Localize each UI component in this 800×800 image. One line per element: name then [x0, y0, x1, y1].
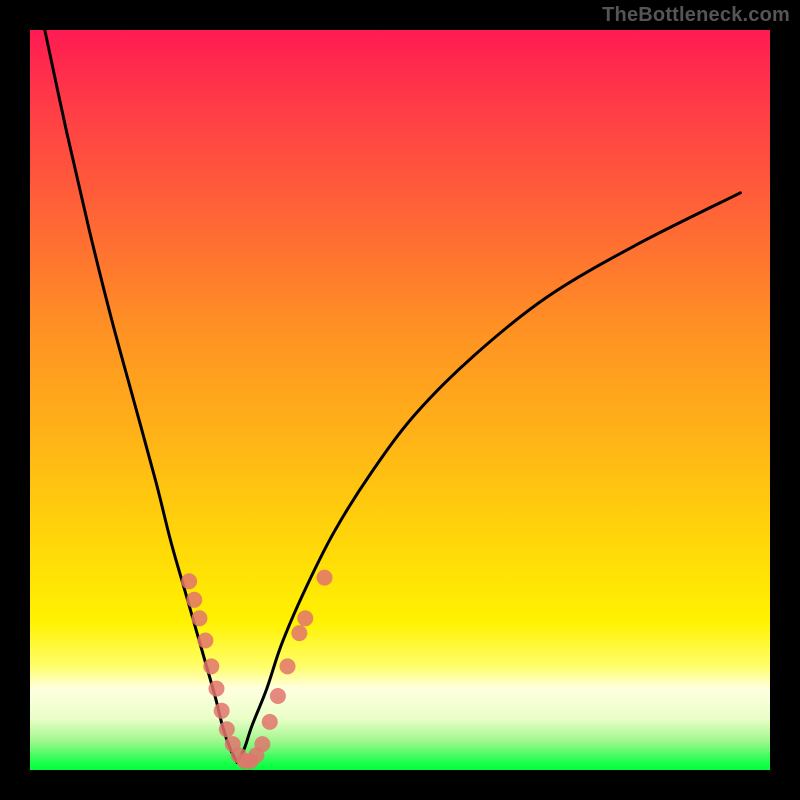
dot-left-6 — [214, 703, 230, 719]
dot-right-2 — [262, 714, 278, 730]
dot-left-1 — [186, 592, 202, 608]
watermark-text: TheBottleneck.com — [602, 4, 790, 27]
dot-right-5 — [291, 625, 307, 641]
dot-right-7 — [317, 570, 333, 586]
dots-layer — [181, 570, 332, 770]
dot-left-3 — [197, 633, 213, 649]
dot-left-4 — [203, 658, 219, 674]
dot-right-4 — [280, 658, 296, 674]
dot-left-2 — [191, 610, 207, 626]
curve-right-branch — [237, 193, 740, 763]
curve-layer — [45, 30, 741, 763]
dot-left-0 — [181, 573, 197, 589]
dot-left-7 — [219, 721, 235, 737]
dot-right-3 — [270, 688, 286, 704]
curve-left-branch — [45, 30, 237, 763]
plot-area — [30, 30, 770, 770]
dot-right-1 — [254, 736, 270, 752]
dot-left-5 — [208, 681, 224, 697]
dot-right-6 — [297, 610, 313, 626]
chart-frame: TheBottleneck.com — [0, 0, 800, 800]
chart-svg — [30, 30, 770, 770]
